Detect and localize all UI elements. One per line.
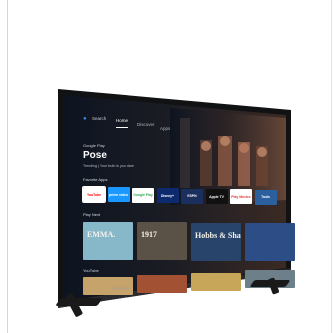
tab-home-underline (116, 127, 128, 128)
app-tile-prime-video[interactable]: prime video (107, 187, 130, 203)
search-label[interactable]: Search (92, 116, 106, 122)
app-tile-google-play[interactable]: Google Play (132, 187, 154, 203)
play-next-title: 1917 (141, 230, 157, 240)
favorite-apps-heading: Favorite Apps (83, 177, 108, 182)
hero-title: Pose (83, 150, 107, 161)
play-next-title: Hobbs & Shaw (195, 230, 241, 240)
play-next-heading: Play Next (83, 212, 101, 217)
play-next-tile[interactable]: EMMA. (83, 222, 133, 260)
stand-foot-left (55, 298, 103, 306)
prime-video-icon: prime video (108, 192, 129, 197)
disney-plus-icon: Disney+ (160, 193, 175, 198)
youtube-tile[interactable] (191, 272, 241, 291)
tab-apps[interactable]: Apps (160, 126, 170, 132)
app-tile-play-movies[interactable]: Play Movies (230, 189, 252, 205)
app-tile-youtube[interactable]: YouTube (82, 186, 106, 203)
stand-foot-right (249, 280, 291, 287)
youtube-icon: YouTube (87, 192, 101, 197)
app-tile-apple-tv[interactable]: Apple TV (205, 189, 228, 204)
youtube-row-heading: YouTube (83, 268, 99, 273)
tools-icon: Tools (261, 195, 270, 200)
apple-tv-icon: Apple TV (209, 194, 224, 199)
tab-home[interactable]: Home (116, 118, 128, 124)
play-next-tile[interactable]: 1917 (137, 222, 187, 261)
hero-source: Google Play (83, 143, 105, 148)
television: ● Search Home Discover Apps Google Play … (0, 0, 334, 333)
app-tile-tools[interactable]: Tools (254, 189, 277, 205)
app-tile-espn[interactable]: ESPN (181, 188, 203, 204)
google-play-icon: Google Play (133, 193, 153, 198)
hero-subtitle: Trending | Your truth is you dare (83, 164, 134, 168)
play-movies-icon: Play Movies (231, 194, 251, 199)
app-tile-disney-plus[interactable]: Disney+ (156, 188, 179, 204)
tab-discover[interactable]: Discover (137, 122, 155, 128)
assistant-icon[interactable]: ● (83, 116, 87, 122)
espn-icon: ESPN (187, 194, 197, 199)
brand-logo: PHILIPS (112, 286, 130, 291)
youtube-tile[interactable] (137, 274, 187, 293)
play-next-tile[interactable]: Hobbs & Shaw (191, 222, 241, 261)
play-next-tile[interactable] (245, 222, 295, 261)
play-next-title: EMMA. (87, 230, 116, 239)
